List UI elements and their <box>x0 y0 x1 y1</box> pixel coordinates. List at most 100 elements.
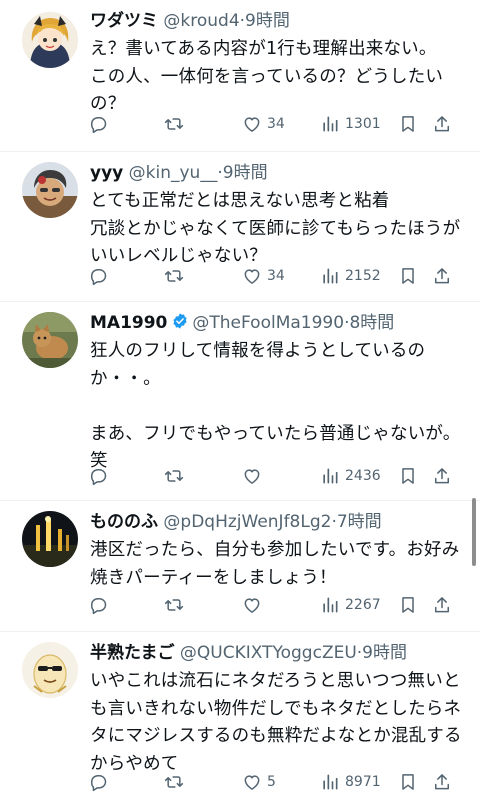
avatar[interactable] <box>22 511 78 567</box>
scrollbar[interactable] <box>472 498 476 566</box>
views-count: 1301 <box>345 116 381 132</box>
retweet-button[interactable] <box>164 591 189 619</box>
retweet-icon <box>164 599 184 611</box>
bookmark-icon <box>402 597 414 613</box>
user-handle[interactable]: @pDqHzjWenJf8Lg2 <box>163 512 331 532</box>
views-count: 2436 <box>345 468 381 484</box>
user-handle[interactable]: @kroud4 <box>163 11 239 31</box>
tweet[interactable]: 半熟たまご @QUCKIXTYoggcZEU·9時間 いやこれは流石にネタだろう… <box>0 632 480 804</box>
user-handle[interactable]: @TheFoolMa1990 <box>192 313 344 333</box>
tweet-header: ワダツミ @kroud4·9時間 <box>90 8 466 34</box>
bookmark-icon <box>402 268 414 284</box>
timestamp[interactable]: ·9時間 <box>240 11 290 31</box>
views-count: 8971 <box>345 774 381 790</box>
bookmark-button[interactable] <box>398 591 418 619</box>
action-bar: 2436 <box>88 462 468 490</box>
tweet-text: 狂人のフリして情報を得ようとしているの か・・。 まあ、フリでもやっていたら普通… <box>90 341 461 471</box>
action-bar: 34 2152 <box>88 262 468 290</box>
bookmark-button[interactable] <box>398 110 418 138</box>
like-button[interactable] <box>242 591 267 619</box>
tweet-text: いやこれは流石にネタだろうと思いつつ無いと も言いきれない物件だしでもネタだとし… <box>90 671 462 774</box>
action-bar: 2267 <box>88 591 468 619</box>
bookmark-button[interactable] <box>398 768 418 796</box>
action-bar: 5 8971 <box>88 768 468 796</box>
retweet-button[interactable] <box>164 110 189 138</box>
views-button[interactable]: 8971 <box>320 768 381 796</box>
timestamp[interactable]: ·9時間 <box>217 163 267 183</box>
bookmark-button[interactable] <box>398 262 418 290</box>
reply-button[interactable] <box>88 591 113 619</box>
display-name[interactable]: yyy <box>90 163 123 183</box>
tweet-header: 半熟たまご @QUCKIXTYoggcZEU·9時間 <box>90 640 466 666</box>
retweet-button[interactable] <box>164 768 189 796</box>
tweet-text: 港区だったら、自分も参加したいです。お好み 焼きパーティーをしましょう！ <box>90 540 460 588</box>
tweet-header: MA1990 @TheFoolMa1990·8時間 <box>90 310 466 336</box>
timestamp[interactable]: ·9時間 <box>357 643 407 663</box>
share-button[interactable] <box>432 768 452 796</box>
avatar[interactable] <box>22 312 78 368</box>
bookmark-button[interactable] <box>398 462 418 490</box>
like-count: 5 <box>267 774 276 790</box>
display-name[interactable]: ワダツミ <box>90 11 158 31</box>
timestamp[interactable]: ·7時間 <box>331 512 381 532</box>
views-button[interactable]: 2436 <box>320 462 381 490</box>
views-icon <box>323 116 338 132</box>
views-button[interactable]: 2267 <box>320 591 381 619</box>
views-button[interactable]: 2152 <box>320 262 381 290</box>
views-icon <box>323 468 338 484</box>
like-count: 34 <box>267 116 285 132</box>
avatar[interactable] <box>22 162 78 218</box>
timestamp[interactable]: ·8時間 <box>344 313 394 333</box>
bookmark-icon <box>402 116 414 132</box>
verified-badge-icon <box>173 313 187 329</box>
tweet[interactable]: yyy @kin_yu__·9時間 とても正常だとは思えない思考と粘着 冗談とか… <box>0 152 480 302</box>
like-button[interactable]: 34 <box>242 110 285 138</box>
reply-icon <box>91 775 107 792</box>
views-count: 2152 <box>345 268 381 284</box>
share-icon <box>435 116 449 132</box>
reply-button[interactable] <box>88 262 113 290</box>
like-button[interactable]: 34 <box>242 262 285 290</box>
views-icon <box>323 268 338 284</box>
like-button[interactable] <box>242 462 267 490</box>
share-icon <box>435 468 449 484</box>
like-icon <box>244 117 260 132</box>
views-count: 2267 <box>345 597 381 613</box>
retweet-button[interactable] <box>164 262 189 290</box>
like-icon <box>244 598 260 613</box>
views-icon <box>323 774 338 790</box>
tweet[interactable]: MA1990 @TheFoolMa1990·8時間 狂人のフリして情報を得ようとし… <box>0 302 480 501</box>
views-icon <box>323 597 338 613</box>
reply-icon <box>91 269 107 286</box>
retweet-icon <box>164 776 184 788</box>
reply-button[interactable] <box>88 462 113 490</box>
like-button[interactable]: 5 <box>242 768 276 796</box>
user-handle[interactable]: @kin_yu__ <box>129 163 218 183</box>
avatar[interactable] <box>22 642 78 698</box>
display-name[interactable]: 半熟たまご <box>90 643 175 663</box>
views-button[interactable]: 1301 <box>320 110 381 138</box>
display-name[interactable]: もののふ <box>90 512 158 532</box>
like-icon <box>244 469 260 484</box>
share-button[interactable] <box>432 591 452 619</box>
bookmark-icon <box>402 468 414 484</box>
tweet-header: yyy @kin_yu__·9時間 <box>90 160 466 186</box>
retweet-icon <box>164 270 184 282</box>
retweet-button[interactable] <box>164 462 189 490</box>
reply-button[interactable] <box>88 110 113 138</box>
tweet[interactable]: もののふ @pDqHzjWenJf8Lg2·7時間 港区だったら、自分も参加した… <box>0 501 480 632</box>
share-icon <box>435 774 449 790</box>
tweet-text: え？書いてある内容が1行も理解出来ない。 この人、一体何を言っているの？どうした… <box>90 39 444 114</box>
like-count: 34 <box>267 268 285 284</box>
user-handle[interactable]: @QUCKIXTYoggcZEU <box>180 643 357 663</box>
share-button[interactable] <box>432 262 452 290</box>
tweet-text: とても正常だとは思えない思考と粘着 冗談とかじゃなくて医師に診てもらったほうが … <box>90 191 461 266</box>
reply-button[interactable] <box>88 768 113 796</box>
avatar[interactable] <box>22 12 78 68</box>
share-button[interactable] <box>432 110 452 138</box>
share-button[interactable] <box>432 462 452 490</box>
reply-icon <box>91 598 107 615</box>
tweet-header: もののふ @pDqHzjWenJf8Lg2·7時間 <box>90 509 466 535</box>
display-name[interactable]: MA1990 <box>90 313 167 333</box>
tweet[interactable]: ワダツミ @kroud4·9時間 え？書いてある内容が1行も理解出来ない。 この… <box>0 0 480 152</box>
